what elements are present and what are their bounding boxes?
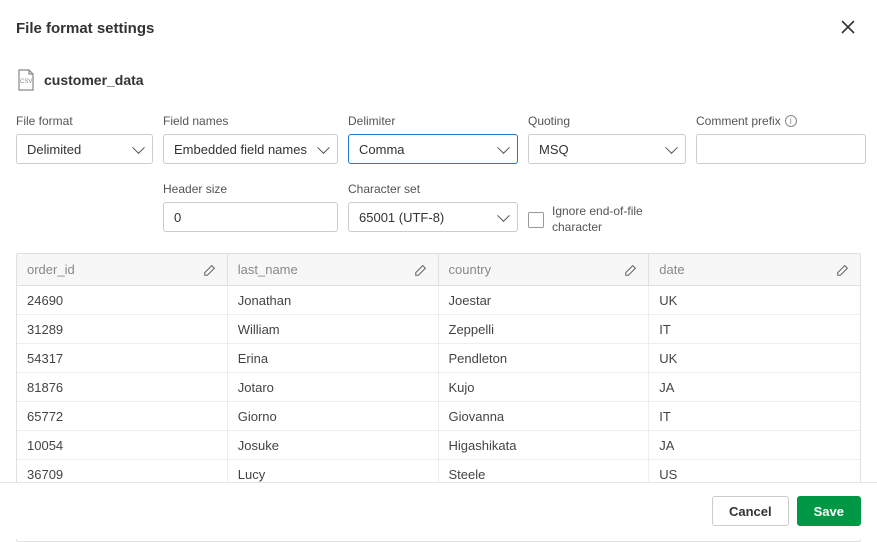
character-set-select[interactable]: 65001 (UTF-8) — [348, 202, 518, 232]
header-size-label: Header size — [163, 182, 338, 196]
column-header: order_id — [17, 254, 228, 286]
column-header-label: order_id — [27, 262, 75, 277]
quoting-field: Quoting MSQ — [528, 114, 686, 164]
info-icon[interactable]: i — [785, 115, 797, 127]
table-row: 81876JotaroKujoJA — [17, 373, 860, 402]
table-cell: JA — [649, 431, 860, 460]
delimiter-field: Delimiter Comma — [348, 114, 518, 164]
column-header-label: last_name — [238, 262, 298, 277]
field-names-select[interactable]: Embedded field names — [163, 134, 338, 164]
column-header: country — [439, 254, 650, 286]
pencil-icon[interactable] — [624, 263, 638, 277]
table-cell: Zeppelli — [439, 315, 650, 344]
character-set-field: Character set 65001 (UTF-8) — [348, 182, 518, 232]
table-row: 65772GiornoGiovannaIT — [17, 402, 860, 431]
header-size-input[interactable]: 0 — [163, 202, 338, 232]
cancel-button[interactable]: Cancel — [712, 496, 789, 526]
table-cell: 54317 — [17, 344, 228, 373]
comment-prefix-field: Comment prefix i — [696, 114, 866, 164]
pencil-icon[interactable] — [414, 263, 428, 277]
table-cell: UK — [649, 286, 860, 315]
table-row: 10054JosukeHigashikataJA — [17, 431, 860, 460]
character-set-label: Character set — [348, 182, 518, 196]
table-cell: IT — [649, 315, 860, 344]
svg-text:CSV: CSV — [20, 79, 32, 85]
pencil-icon[interactable] — [836, 263, 850, 277]
table-cell: William — [228, 315, 439, 344]
table-cell: Joestar — [439, 286, 650, 315]
pencil-icon[interactable] — [203, 263, 217, 277]
file-format-settings-dialog: File format settings CSV customer_data F… — [0, 0, 877, 542]
table-cell: Pendleton — [439, 344, 650, 373]
comment-prefix-label: Comment prefix i — [696, 114, 866, 128]
quoting-select[interactable]: MSQ — [528, 134, 686, 164]
column-header: date — [649, 254, 860, 286]
table-cell: Higashikata — [439, 431, 650, 460]
table-row: 31289WilliamZeppelliIT — [17, 315, 860, 344]
table-row: 24690JonathanJoestarUK — [17, 286, 860, 315]
column-header-label: country — [449, 262, 492, 277]
table-cell: Giorno — [228, 402, 439, 431]
settings-fields: File format Delimited Field names Embedd… — [16, 114, 861, 235]
file-format-field: File format Delimited — [16, 114, 153, 164]
close-icon[interactable] — [835, 16, 861, 40]
delimiter-select[interactable]: Comma — [348, 134, 518, 164]
dialog-title: File format settings — [16, 20, 154, 37]
dialog-footer: Cancel Save — [0, 482, 877, 539]
file-name: customer_data — [44, 72, 144, 88]
table-cell: 24690 — [17, 286, 228, 315]
table-cell: Jonathan — [228, 286, 439, 315]
table-cell: Josuke — [228, 431, 439, 460]
table-cell: Giovanna — [439, 402, 650, 431]
delimiter-label: Delimiter — [348, 114, 518, 128]
table-cell: 10054 — [17, 431, 228, 460]
table-row: 54317ErinaPendletonUK — [17, 344, 860, 373]
table-cell: Kujo — [439, 373, 650, 402]
column-header: last_name — [228, 254, 439, 286]
dialog-header: File format settings — [16, 16, 861, 40]
ignore-eof-label: Ignore end-of-file character — [552, 204, 686, 235]
table-cell: 65772 — [17, 402, 228, 431]
file-info-row: CSV customer_data — [16, 68, 861, 92]
csv-file-icon: CSV — [16, 68, 36, 92]
column-header-label: date — [659, 262, 684, 277]
table-cell: UK — [649, 344, 860, 373]
ignore-eof-field: Ignore end-of-file character — [528, 204, 686, 235]
table-cell: Erina — [228, 344, 439, 373]
file-format-select[interactable]: Delimited — [16, 134, 153, 164]
comment-prefix-input[interactable] — [696, 134, 866, 164]
quoting-label: Quoting — [528, 114, 686, 128]
field-names-label: Field names — [163, 114, 338, 128]
table-body: 24690JonathanJoestarUK31289WilliamZeppel… — [17, 286, 860, 489]
field-names-field: Field names Embedded field names — [163, 114, 338, 164]
table-cell: JA — [649, 373, 860, 402]
table-header: order_id last_name country date — [17, 254, 860, 286]
save-button[interactable]: Save — [797, 496, 861, 526]
table-cell: 81876 — [17, 373, 228, 402]
file-format-label: File format — [16, 114, 153, 128]
table-cell: Jotaro — [228, 373, 439, 402]
ignore-eof-checkbox[interactable] — [528, 212, 544, 228]
table-cell: IT — [649, 402, 860, 431]
table-cell: 31289 — [17, 315, 228, 344]
header-size-field: Header size 0 — [163, 182, 338, 232]
